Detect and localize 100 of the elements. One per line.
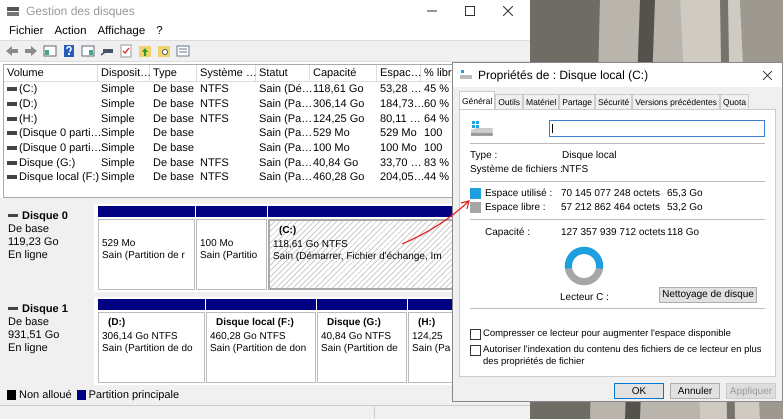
space-label: Espace utilisé : xyxy=(485,188,554,200)
checklist-icon[interactable] xyxy=(119,44,133,58)
help-icon[interactable] xyxy=(62,44,76,58)
table-cell-text: De base xyxy=(152,127,195,140)
tab[interactable]: Partage xyxy=(559,94,595,109)
annotation-arrow xyxy=(402,200,470,245)
table-cell-text: 100 xyxy=(423,142,444,154)
checkbox-label[interactable]: Compresser ce lecteur pour augmenter l'espace disponible xyxy=(483,328,731,340)
forward-icon[interactable] xyxy=(24,44,38,58)
info-label: Type : xyxy=(470,150,498,162)
table-cell-text: 80,11 … xyxy=(379,112,421,125)
info-label: Système de fichiers : xyxy=(470,164,562,175)
tab[interactable]: Matériel xyxy=(522,94,560,109)
partition-status: Sain (Partition de don xyxy=(210,343,306,354)
partition-block[interactable]: 100 Mo Sain (Partitio xyxy=(196,219,267,290)
table-cell-text: Sain (Pa… xyxy=(258,112,310,125)
maximize-icon[interactable] xyxy=(465,6,475,16)
menu-item[interactable]: Action xyxy=(54,25,86,37)
tab[interactable]: Quota xyxy=(720,94,750,109)
table-cell: Disque (G:) xyxy=(19,156,76,169)
checkbox-label[interactable]: Autoriser l'indexation du contenu des fichiers de ce lecteur en plus des propriétés de fichier xyxy=(483,344,765,368)
tab[interactable]: Sécurité xyxy=(595,94,632,109)
partition-size: 460,28 Go NTFS xyxy=(210,331,286,342)
table-cell-text: De base xyxy=(152,83,195,96)
usage-donut xyxy=(563,244,606,287)
panel-icon[interactable] xyxy=(81,44,95,58)
table-cell-text: De base xyxy=(152,112,195,125)
disk-name: Disque 1 xyxy=(22,303,68,315)
dialog-title: Propriétés de : Disque local (C:) xyxy=(478,68,648,82)
table-cell-text: De base xyxy=(152,142,195,154)
partition-size: 118,61 Go NTFS xyxy=(273,239,348,250)
table-cell-text: De base xyxy=(152,98,195,110)
table-cell-text: 460,28 Go xyxy=(312,171,366,184)
disk-icon xyxy=(6,5,20,17)
column-header[interactable]: Système … xyxy=(197,65,256,81)
disk-name: Disque 0 xyxy=(22,210,68,222)
menu-item[interactable]: Affichage xyxy=(97,25,146,37)
menu-item[interactable]: Fichier xyxy=(9,25,44,37)
table-cell-text: Simple xyxy=(100,112,136,125)
partition-status: Sain (Partitio xyxy=(200,250,258,261)
partition-size: 100 Mo xyxy=(200,238,234,249)
partition-block[interactable]: (D:) 306,14 Go NTFS Sain (Partition de do xyxy=(98,312,205,383)
table-cell-text: NTFS xyxy=(199,171,230,184)
table-cell-text: 44 % xyxy=(424,171,450,184)
column-header[interactable]: Disposit… xyxy=(98,65,150,81)
drive-name-field[interactable] xyxy=(548,120,765,136)
partition-status: Sain (Pa xyxy=(412,343,450,354)
table-cell-text: 306,14 Go xyxy=(312,98,366,110)
dialog-button[interactable]: OK xyxy=(614,383,664,399)
table-cell-text: NTFS xyxy=(199,112,230,125)
column-header[interactable]: Espac… xyxy=(377,65,421,81)
space-bytes: 57 212 862 464 octets xyxy=(561,202,661,214)
table-cell-text: 124,25 Go xyxy=(312,112,366,125)
legend-label: Non alloué xyxy=(19,389,72,401)
tab[interactable]: Général xyxy=(459,91,496,109)
table-cell-text: Simple xyxy=(100,156,136,169)
partition-block[interactable]: Disque local (F:) 460,28 Go NTFS Sain (Partition de don xyxy=(206,312,316,383)
column-header[interactable]: Statut xyxy=(256,65,310,81)
partition-status: Sain (Partition de r xyxy=(102,250,185,261)
column-header[interactable]: Capacité xyxy=(310,65,377,81)
table-cell-text: 60 % xyxy=(424,98,450,110)
folder-search-icon[interactable] xyxy=(157,44,171,58)
disk-size: 931,51 Go xyxy=(8,329,60,341)
menu-item[interactable]: ? xyxy=(156,25,163,37)
space-label: Espace libre : xyxy=(485,202,547,214)
tab[interactable]: Outils xyxy=(495,94,523,109)
tab[interactable]: Versions précédentes xyxy=(632,94,720,109)
table-cell-text: Simple xyxy=(100,98,136,110)
checkbox[interactable] xyxy=(470,344,481,356)
table-cell-text: 100 Mo xyxy=(312,142,351,154)
column-header[interactable]: Type xyxy=(150,65,197,81)
table-cell-text: Simple xyxy=(100,142,136,154)
drive-icon xyxy=(470,118,494,138)
capacity-label: Capacité : xyxy=(485,226,532,238)
table-cell-text: 118,61 Go xyxy=(312,83,365,96)
table-cell: Disque local (F:) xyxy=(19,171,100,184)
partition-name: (C:) xyxy=(278,225,296,238)
table-cell-text: Simple xyxy=(100,83,136,96)
disk-cleanup-button[interactable]: Nettoyage de disque xyxy=(659,286,757,303)
close-icon[interactable] xyxy=(503,6,513,16)
close-icon[interactable] xyxy=(763,70,772,80)
folder-up-icon[interactable] xyxy=(138,44,152,58)
back-icon[interactable] xyxy=(5,44,19,58)
partition-block[interactable]: 529 Mo Sain (Partition de r xyxy=(98,219,195,290)
drive-label: Lecteur C : xyxy=(560,292,609,303)
disk-status: En ligne xyxy=(8,249,49,261)
column-header[interactable]: Volume xyxy=(4,65,98,81)
partition-block[interactable]: Disque (G:) 40,84 Go NTFS Sain (Partition de xyxy=(317,312,407,383)
table-cell-text: Simple xyxy=(100,171,136,184)
panel-icon[interactable] xyxy=(43,44,57,58)
table-cell: (D:) xyxy=(19,98,38,110)
dialog-button[interactable]: Annuler xyxy=(670,383,720,399)
partition-size: 40,84 Go NTFS xyxy=(321,331,392,342)
table-cell-text: 53,28 … xyxy=(379,83,421,96)
disk-type: De base xyxy=(8,223,50,235)
checkbox[interactable] xyxy=(470,328,481,340)
window-title: Gestion des disques xyxy=(26,4,135,18)
properties-icon[interactable] xyxy=(176,44,190,58)
table-cell-text: 45 % xyxy=(423,83,450,96)
table-cell-text: 529 Mo xyxy=(312,127,351,140)
